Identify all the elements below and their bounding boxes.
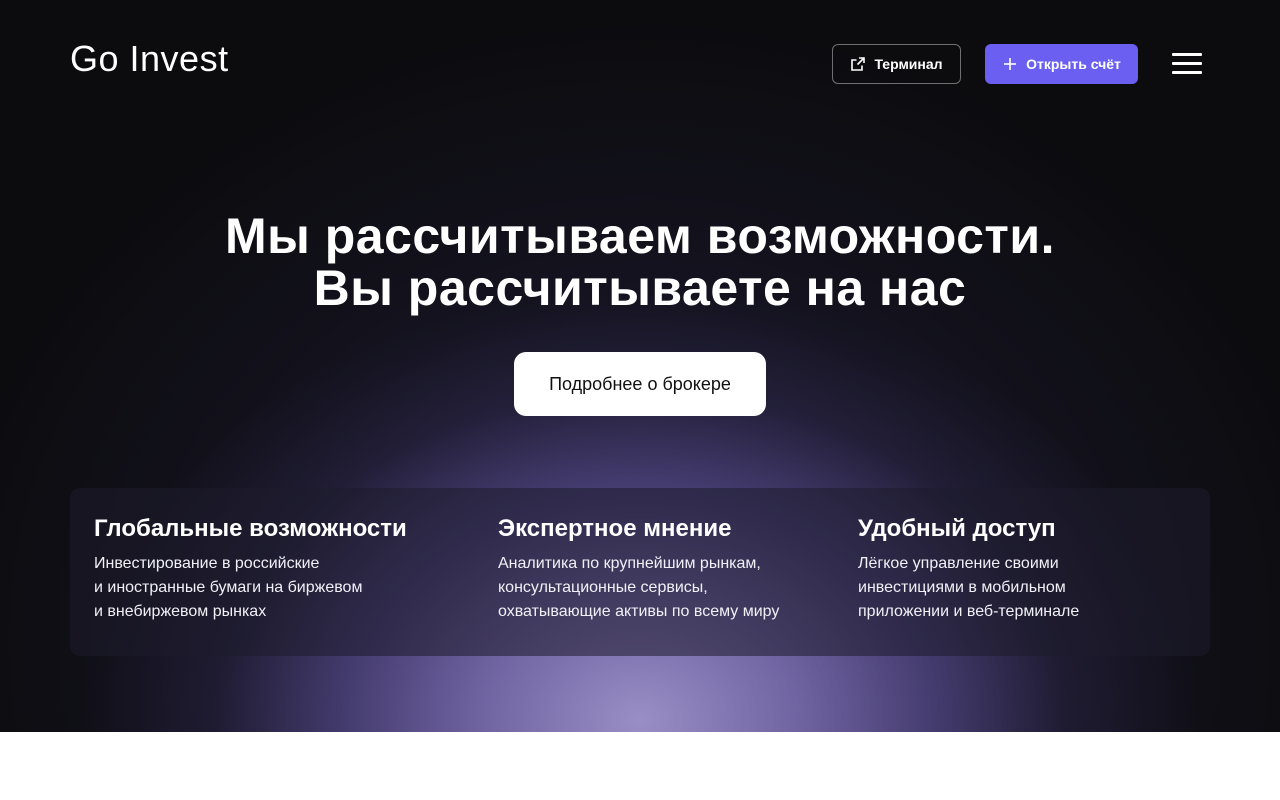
open-account-button[interactable]: Открыть счёт: [985, 44, 1138, 84]
feature-text: Инвестирование в российские и иностранны…: [94, 555, 363, 620]
feature-title: Глобальные возможности: [94, 515, 407, 542]
feature-text: Лёгкое управление своими инвестициями в …: [858, 555, 1080, 620]
feature-access: Удобный доступ Лёгкое управление своими …: [858, 514, 1079, 624]
about-broker-button[interactable]: Подробнее о брокере: [514, 352, 766, 416]
hero-headline: Мы рассчитываем возможности. Вы рассчиты…: [0, 210, 1280, 314]
logo[interactable]: Go Invest: [70, 38, 229, 80]
feature-title: Удобный доступ: [858, 515, 1056, 542]
hero-headline-line-2: Вы рассчитываете на нас: [313, 260, 967, 316]
hamburger-menu-icon[interactable]: [1172, 53, 1202, 75]
features-panel: Глобальные возможности Инвестирование в …: [70, 488, 1210, 656]
feature-expert: Экспертное мнение Аналитика по крупнейши…: [498, 514, 779, 624]
terminal-button[interactable]: Терминал: [832, 44, 961, 84]
open-account-button-label: Открыть счёт: [1026, 56, 1121, 72]
feature-global: Глобальные возможности Инвестирование в …: [94, 514, 407, 624]
terminal-button-label: Терминал: [874, 56, 943, 72]
feature-text: Аналитика по крупнейшим рынкам, консульт…: [498, 555, 780, 620]
page-below-hero: [0, 732, 1280, 800]
external-link-icon: [850, 56, 866, 72]
hero-section: Go Invest Терминал Открыть счёт Мы рассч…: [0, 0, 1280, 732]
feature-title: Экспертное мнение: [498, 515, 732, 542]
hero-headline-line-1: Мы рассчитываем возможности.: [224, 208, 1055, 264]
plus-icon: [1002, 56, 1018, 72]
